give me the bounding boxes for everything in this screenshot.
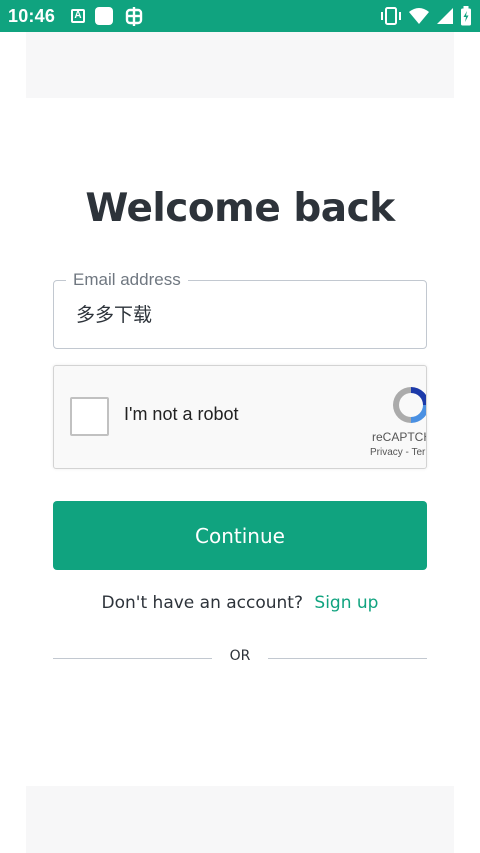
status-time: 10:46 [8, 5, 56, 26]
recaptcha-brand: reCAPTCHA [372, 430, 426, 444]
email-value[interactable]: 多多下载 [76, 303, 152, 327]
bottom-panel [26, 786, 454, 853]
white-square-icon [95, 7, 114, 25]
continue-button[interactable]: Continue [53, 501, 427, 570]
divider-line-left [53, 658, 212, 659]
signal-icon [437, 8, 453, 24]
email-label: Email address [66, 269, 188, 291]
recaptcha-links[interactable]: Privacy - Terms [370, 447, 426, 458]
status-right-icons [380, 0, 472, 32]
vibrate-icon [381, 7, 401, 25]
recaptcha-widget: I'm not a robot reCAPTCHA Privacy - Term… [53, 365, 427, 469]
bug-icon [125, 7, 143, 26]
status-left-icons: A [71, 5, 145, 27]
battery-icon [461, 6, 471, 26]
divider-line-right [268, 658, 427, 659]
signup-link[interactable]: Sign up [314, 593, 378, 613]
recaptcha-label: I'm not a robot [124, 404, 239, 424]
divider-or: OR [229, 648, 251, 664]
page-title: Welcome back [85, 186, 395, 231]
email-field[interactable]: Email address 多多下载 [53, 269, 427, 349]
signup-prompt: Don't have an account? [101, 593, 303, 613]
signup-row: Don't have an account? Sign up [0, 593, 480, 613]
status-bar: 10:46 A [0, 0, 480, 32]
top-panel [26, 32, 454, 98]
recaptcha-logo-icon [393, 387, 426, 423]
wifi-icon [409, 8, 429, 24]
recaptcha-checkbox[interactable] [70, 397, 109, 436]
a-box-icon: A [71, 9, 86, 23]
